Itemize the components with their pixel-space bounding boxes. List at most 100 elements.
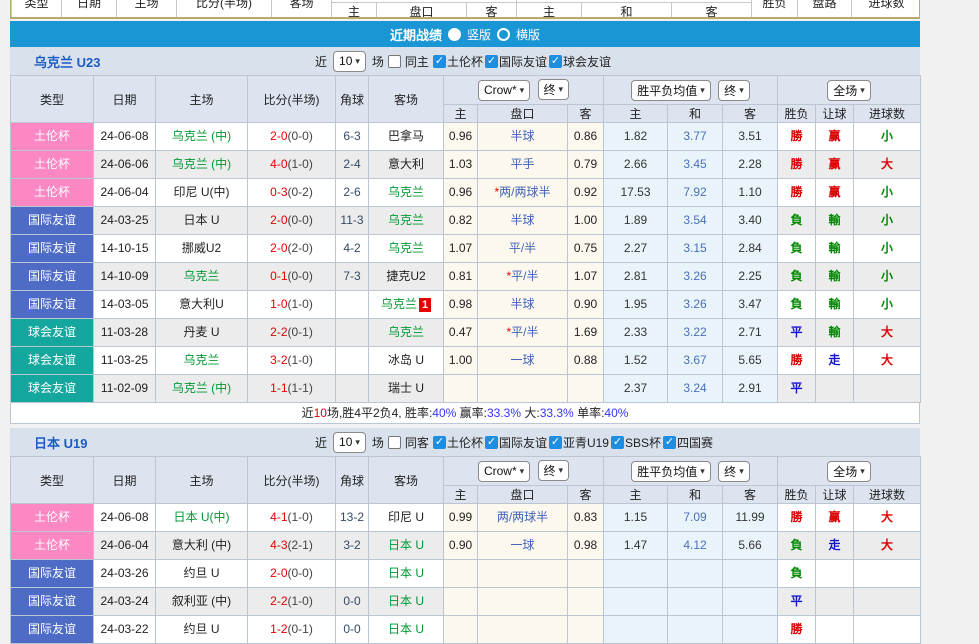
league-checkbox-label[interactable]: 土伦杯 xyxy=(447,434,483,451)
score-link[interactable]: 0-1(0-0) xyxy=(248,263,336,291)
home-team-link[interactable]: 乌克兰 xyxy=(156,347,248,375)
games-count-select[interactable]: 10▾ xyxy=(333,51,366,72)
same-venue-checkbox[interactable] xyxy=(388,55,401,68)
score-link[interactable]: 3-2(1-0) xyxy=(248,347,336,375)
home-team-link[interactable]: 叙利亚 (中) xyxy=(156,588,248,616)
away-team-link[interactable]: 日本 U xyxy=(369,616,444,644)
home-team-link[interactable]: 约旦 U xyxy=(156,616,248,644)
handicap-result-cell: 走 xyxy=(816,347,854,375)
crow-away-odds xyxy=(568,588,604,616)
horizontal-radio[interactable] xyxy=(497,28,510,41)
match-row: 国际友谊14-03-05意大利U1-0(1-0)乌克兰10.98半球0.901.… xyxy=(11,291,921,319)
horizontal-radio-label[interactable]: 横版 xyxy=(516,26,540,43)
away-team-link[interactable]: 日本 U xyxy=(369,560,444,588)
home-team-link[interactable]: 乌克兰 (中) xyxy=(156,151,248,179)
league-checkbox[interactable]: ✓ xyxy=(611,436,624,449)
away-team-link[interactable]: 印尼 U xyxy=(369,504,444,532)
final-select-2[interactable]: 终▾ xyxy=(718,461,750,482)
handicap-cell: 半球 xyxy=(478,207,568,235)
league-checkbox[interactable]: ✓ xyxy=(663,436,676,449)
score-link[interactable]: 0-3(0-2) xyxy=(248,179,336,207)
league-checkbox[interactable]: ✓ xyxy=(549,55,562,68)
away-team-link[interactable]: 日本 U xyxy=(369,588,444,616)
date-cell: 24-06-08 xyxy=(94,123,156,151)
scope-select[interactable]: 全场▾ xyxy=(827,461,871,482)
score-link[interactable]: 2-0(0-0) xyxy=(248,207,336,235)
away-team-link[interactable]: 巴拿马 xyxy=(369,123,444,151)
score-link[interactable]: 2-2(0-1) xyxy=(248,319,336,347)
league-cell: 国际友谊 xyxy=(11,263,94,291)
league-checkbox-label[interactable]: 球会友谊 xyxy=(563,53,611,70)
away-team-link[interactable]: 意大利 xyxy=(369,151,444,179)
league-checkbox[interactable]: ✓ xyxy=(549,436,562,449)
league-checkbox[interactable]: ✓ xyxy=(485,55,498,68)
games-count-select[interactable]: 10▾ xyxy=(333,432,366,453)
vertical-radio[interactable] xyxy=(448,28,461,41)
home-team-link[interactable]: 印尼 U(中) xyxy=(156,179,248,207)
scope-select[interactable]: 全场▾ xyxy=(827,80,871,101)
score-link[interactable]: 2-0(0-0) xyxy=(248,560,336,588)
corner-cell xyxy=(336,319,369,347)
crow-away-odds xyxy=(568,375,604,403)
away-team-link[interactable]: 乌克兰 xyxy=(369,235,444,263)
same-venue-checkbox[interactable] xyxy=(388,436,401,449)
away-team-link[interactable]: 捷克U2 xyxy=(369,263,444,291)
score-link[interactable]: 4-3(2-1) xyxy=(248,532,336,560)
away-team-link[interactable]: 乌克兰1 xyxy=(369,291,444,319)
avg-home-odds: 1.89 xyxy=(604,207,668,235)
date-cell: 24-06-04 xyxy=(94,179,156,207)
match-row: 土伦杯24-06-08日本 U(中)4-1(1-0)13-2印尼 U0.99两/… xyxy=(11,504,921,532)
crow-group-header: Crow*▾ 终▾ xyxy=(444,76,604,105)
home-team-link[interactable]: 日本 U xyxy=(156,207,248,235)
score-link[interactable]: 2-0(0-0) xyxy=(248,123,336,151)
score-link[interactable]: 1-0(1-0) xyxy=(248,291,336,319)
score-link[interactable]: 4-0(1-0) xyxy=(248,151,336,179)
league-checkbox-label[interactable]: 亚青U19 xyxy=(563,434,609,451)
avg-odds-select[interactable]: 胜平负均值▾ xyxy=(631,80,711,101)
away-team-link[interactable]: 瑞士 U xyxy=(369,375,444,403)
result-cell: 平 xyxy=(778,588,816,616)
sub-result: 胜负 xyxy=(778,486,816,504)
bookmaker-select[interactable]: Crow*▾ xyxy=(478,461,530,482)
final-select-1[interactable]: 终▾ xyxy=(538,460,570,481)
same-venue-label[interactable]: 同客 xyxy=(405,434,429,451)
score-link[interactable]: 2-0(2-0) xyxy=(248,235,336,263)
vertical-radio-label[interactable]: 竖版 xyxy=(467,26,491,43)
home-team-link[interactable]: 日本 U(中) xyxy=(156,504,248,532)
corner-cell xyxy=(336,560,369,588)
league-cell: 土伦杯 xyxy=(11,179,94,207)
score-link[interactable]: 1-2(0-1) xyxy=(248,616,336,644)
home-team-link[interactable]: 约旦 U xyxy=(156,560,248,588)
avg-odds-select[interactable]: 胜平负均值▾ xyxy=(631,461,711,482)
bookmaker-select[interactable]: Crow*▾ xyxy=(478,80,530,101)
league-checkbox-label[interactable]: SBS杯 xyxy=(625,434,661,451)
score-link[interactable]: 4-1(1-0) xyxy=(248,504,336,532)
league-checkbox-label[interactable]: 四国赛 xyxy=(677,434,713,451)
same-venue-label[interactable]: 同主 xyxy=(405,53,429,70)
final-select-2[interactable]: 终▾ xyxy=(718,80,750,101)
away-team-link[interactable]: 冰岛 U xyxy=(369,347,444,375)
away-team-link[interactable]: 乌克兰 xyxy=(369,319,444,347)
league-checkbox[interactable]: ✓ xyxy=(485,436,498,449)
away-team-link[interactable]: 日本 U xyxy=(369,532,444,560)
home-team-link[interactable]: 乌克兰 xyxy=(156,263,248,291)
league-checkbox-label[interactable]: 国际友谊 xyxy=(499,434,547,451)
score-link[interactable]: 2-2(1-0) xyxy=(248,588,336,616)
home-team-link[interactable]: 乌克兰 (中) xyxy=(156,123,248,151)
handicap-cell xyxy=(478,588,568,616)
home-team-link[interactable]: 意大利U xyxy=(156,291,248,319)
home-team-link[interactable]: 意大利 (中) xyxy=(156,532,248,560)
away-team-link[interactable]: 乌克兰 xyxy=(369,207,444,235)
away-team-link[interactable]: 乌克兰 xyxy=(369,179,444,207)
chevron-down-icon: ▾ xyxy=(355,437,360,448)
final-select-1[interactable]: 终▾ xyxy=(538,79,570,100)
league-checkbox-label[interactable]: 国际友谊 xyxy=(499,53,547,70)
league-checkbox[interactable]: ✓ xyxy=(433,436,446,449)
home-team-link[interactable]: 乌克兰 (中) xyxy=(156,375,248,403)
col-result: 胜负 xyxy=(752,0,798,19)
home-team-link[interactable]: 丹麦 U xyxy=(156,319,248,347)
league-checkbox-label[interactable]: 土伦杯 xyxy=(447,53,483,70)
score-link[interactable]: 1-1(1-1) xyxy=(248,375,336,403)
league-checkbox[interactable]: ✓ xyxy=(433,55,446,68)
home-team-link[interactable]: 挪威U2 xyxy=(156,235,248,263)
